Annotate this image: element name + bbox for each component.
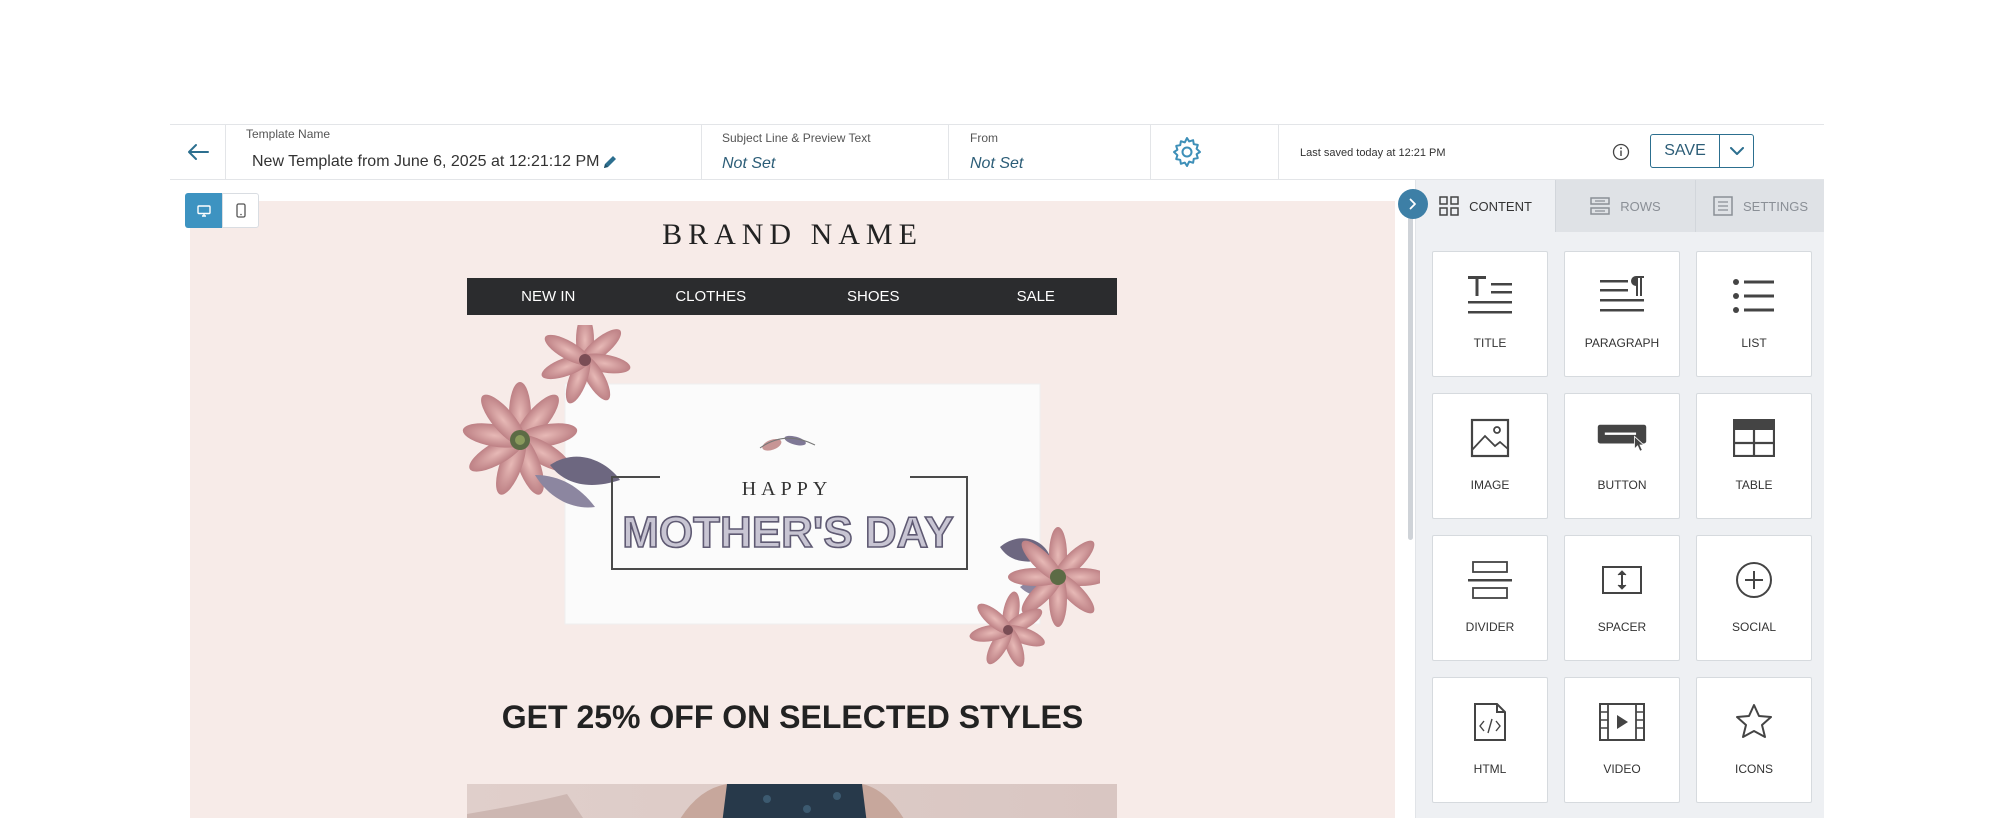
nav-item-shoes[interactable]: SHOES [792,278,955,315]
nav-item-sale[interactable]: SALE [955,278,1118,315]
device-preview-toggle [185,193,259,228]
block-paragraph-label: PARAGRAPH [1584,336,1660,350]
block-social[interactable]: SOCIAL [1696,535,1812,661]
arrow-left-icon [187,144,209,160]
last-saved-status: Last saved today at 12:21 PM [1300,147,1446,159]
block-social-label: SOCIAL [1731,620,1776,634]
product-photo[interactable] [467,784,1117,818]
spacer-icon [1602,566,1642,594]
settings-list-icon [1713,196,1733,216]
button-icon [1597,424,1647,452]
tab-content-label: CONTENT [1469,198,1532,214]
hero-happy-text: HAPPY [742,478,833,500]
block-paragraph[interactable]: PARAGRAPH [1564,251,1680,377]
rows-icon [1590,197,1611,215]
divider [1278,125,1279,179]
brand-name-heading[interactable]: BRAND NAME [190,218,1395,252]
email-canvas[interactable]: BRAND NAME NEW IN CLOTHES SHOES SALE HAP… [190,201,1395,818]
pencil-icon[interactable] [602,154,618,170]
canvas-scrollbar-thumb[interactable] [1408,200,1413,540]
list-icon [1733,279,1774,313]
info-icon [1612,143,1630,161]
block-table[interactable]: TABLE [1696,393,1812,519]
icons-icon [1736,704,1772,738]
content-blocks-grid: TITLE PARAGRAPH LIST IMAGE BUTTON TABLE … [1432,251,1812,803]
template-name-label: Template Name [246,127,331,141]
blocks-panel: CONTENT ROWS SETTINGS TITLE PARAGRAPH LI… [1415,180,1824,818]
hero-image[interactable]: HAPPY MOTHER'S DAY [460,325,1100,670]
tab-settings-label: SETTINGS [1742,198,1808,214]
block-button[interactable]: BUTTON [1564,393,1680,519]
block-divider-label: DIVIDER [1465,620,1515,634]
save-button[interactable]: SAVE [1650,134,1720,168]
subject-line-value[interactable]: Not Set [722,155,775,173]
paragraph-icon [1600,276,1644,312]
top-bar: Template Name New Template from June 6, … [170,124,1824,180]
tab-rows-label: ROWS [1620,198,1661,214]
back-button[interactable] [170,125,226,179]
save-options-dropdown[interactable] [1720,134,1754,168]
block-spacer[interactable]: SPACER [1564,535,1680,661]
block-video-label: VIDEO [1603,762,1641,776]
settings-button[interactable] [1170,135,1204,169]
divider [701,125,702,179]
block-button-label: BUTTON [1597,478,1647,492]
panel-tabs: CONTENT ROWS SETTINGS [1416,180,1824,232]
mobile-icon [235,203,246,218]
subject-line-label: Subject Line & Preview Text [722,131,871,145]
divider [948,125,949,179]
desktop-icon [196,204,211,217]
divider-icon [1468,561,1512,599]
social-icon [1736,562,1772,598]
block-list[interactable]: LIST [1696,251,1812,377]
from-value[interactable]: Not Set [970,155,1023,173]
email-editor-app: Template Name New Template from June 6, … [170,124,1824,818]
desktop-view-button[interactable] [185,193,222,228]
nav-item-new-in[interactable]: NEW IN [467,278,630,315]
template-name-value[interactable]: New Template from June 6, 2025 at 12:21:… [252,153,599,171]
block-video[interactable]: VIDEO [1564,677,1680,803]
block-spacer-label: SPACER [1597,620,1647,634]
video-icon [1599,703,1645,741]
tab-content[interactable]: CONTENT [1416,180,1555,232]
block-title-label: TITLE [1473,336,1507,350]
photo-preview [467,784,904,818]
promo-headline[interactable]: GET 25% OFF ON SELECTED STYLES [190,699,1395,736]
table-icon [1733,419,1775,457]
block-title[interactable]: TITLE [1432,251,1548,377]
image-icon [1470,418,1510,458]
block-image[interactable]: IMAGE [1432,393,1548,519]
block-html[interactable]: HTML [1432,677,1548,803]
nav-item-clothes[interactable]: CLOTHES [630,278,793,315]
collapse-panel-button[interactable] [1398,189,1428,219]
title-icon [1468,276,1512,314]
chevron-right-icon [1409,198,1416,210]
email-nav-bar[interactable]: NEW IN CLOTHES SHOES SALE [467,278,1117,315]
divider [1150,125,1151,179]
mobile-view-button[interactable] [222,193,259,228]
block-icons[interactable]: ICONS [1696,677,1812,803]
block-html-label: HTML [1473,762,1507,776]
block-list-label: LIST [1741,336,1767,350]
tab-settings[interactable]: SETTINGS [1695,180,1824,232]
grid-icon [1439,196,1459,216]
block-divider[interactable]: DIVIDER [1432,535,1548,661]
save-button-group: SAVE [1650,134,1754,168]
gear-icon [1173,137,1201,167]
chevron-down-icon [1729,146,1744,155]
block-table-label: TABLE [1735,478,1773,492]
tab-rows[interactable]: ROWS [1555,180,1695,232]
info-button[interactable] [1612,143,1630,161]
block-image-label: IMAGE [1470,478,1510,492]
block-icons-label: ICONS [1734,762,1773,776]
hero-mothers-day-text: MOTHER'S DAY [622,508,954,557]
from-label: From [970,131,998,145]
html-icon [1474,703,1506,741]
